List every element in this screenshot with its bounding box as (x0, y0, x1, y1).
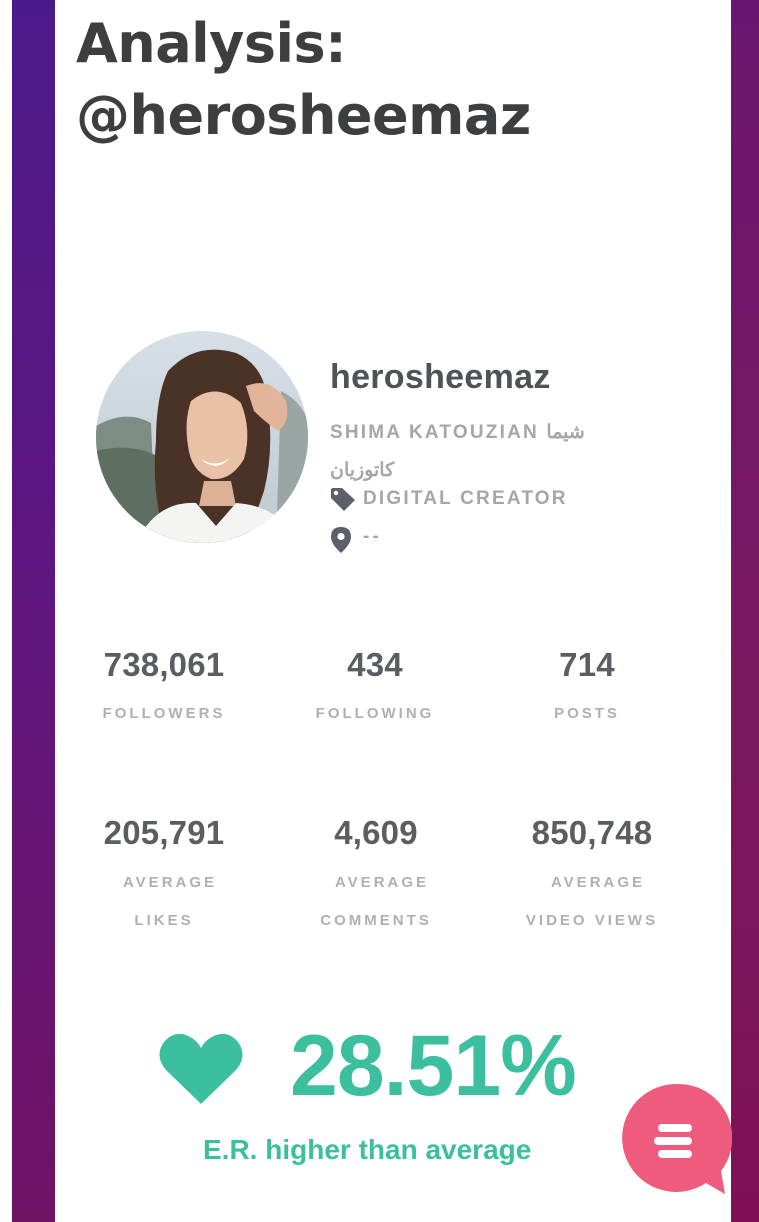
stat-posts-label: POSTS (554, 705, 620, 722)
profile-username: herosheemaz (330, 358, 551, 396)
stat-posts-value: 714 (559, 646, 615, 683)
stat-followers-label: FOLLOWERS (102, 705, 226, 722)
chat-bubble-icon (622, 1083, 733, 1194)
map-pin-icon (331, 527, 351, 553)
stat-following-value: 434 (347, 646, 403, 683)
heart-icon (159, 1033, 243, 1104)
stat-avg-likes-value: 205,791 (103, 814, 225, 851)
left-edge (0, 0, 12, 1222)
page-title-line-1: Analysis: (76, 12, 347, 75)
stat-avg-comments-label-2: COMMENTS (320, 912, 432, 929)
profile-category: DIGITAL CREATOR (363, 488, 568, 509)
page-title-line-2: @herosheemaz (76, 84, 531, 147)
profile-full-name: SHIMA KATOUZIAN شیما کاتوزیان (330, 422, 585, 481)
avatar-image (96, 331, 308, 543)
stat-avg-video-views-label-2: VIDEO VIEWS (525, 912, 659, 929)
page-title: Analysis: @herosheemaz (76, 8, 531, 152)
chat-button[interactable] (620, 1082, 733, 1200)
engagement-rate-value: 28.51% (290, 1018, 577, 1114)
tag-icon (331, 488, 355, 511)
stat-avg-likes-label-1: AVERAGE (122, 874, 218, 891)
stat-avg-video-views-value: 850,748 (531, 814, 653, 851)
engagement-rate-caption: E.R. higher than average (203, 1134, 532, 1165)
stat-avg-comments-label-1: AVERAGE (334, 874, 430, 891)
profile-avatar (96, 331, 308, 543)
right-edge (731, 0, 759, 1222)
profile-location: -- (363, 526, 382, 547)
stat-avg-likes-label-2: LIKES (134, 912, 194, 929)
stat-avg-video-views-label-1: AVERAGE (550, 874, 646, 891)
stat-followers-value: 738,061 (103, 646, 225, 683)
stat-following-label: FOLLOWING (315, 705, 435, 722)
stat-avg-comments-value: 4,609 (334, 814, 418, 851)
